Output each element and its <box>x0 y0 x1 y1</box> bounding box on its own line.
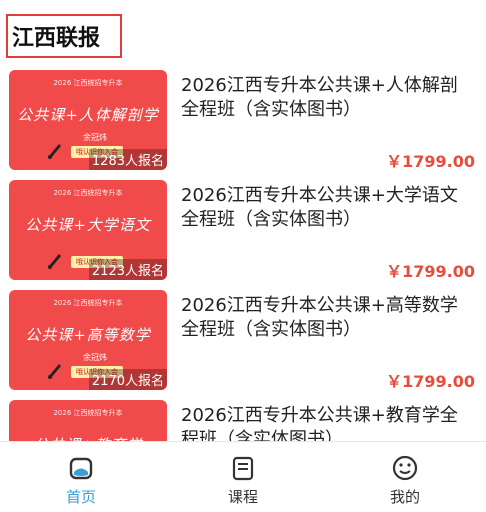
course-thumbnail[interactable]: 2026 江西统招专升本 公共课+大学语文 哦认识你入会 2123人报名 <box>9 180 167 280</box>
course-item[interactable]: 2026 江西统招专升本 公共课+人体解剖学 余冠炜 哦认识你入会 1283人报… <box>0 70 486 180</box>
course-price: ￥1799.00 <box>386 152 475 171</box>
home-icon <box>69 457 93 480</box>
smile-icon <box>392 455 418 481</box>
course-title[interactable]: 2026江西专升本公共课+大学语文全程班（含实体图书） <box>181 184 471 232</box>
pencil-icon <box>48 364 61 379</box>
thumb-main-text: 公共课+人体解剖学 <box>17 106 159 124</box>
course-title[interactable]: 2026江西专升本公共课+人体解剖全程班（含实体图书） <box>181 74 471 122</box>
tab-home[interactable]: 首页 <box>0 442 162 512</box>
enrolled-count: 2123人报名 <box>88 259 167 280</box>
course-item[interactable]: 2026 江西统招专升本 公共课+教育学 2026江西专升本公共课+教育学全程班… <box>0 400 486 442</box>
thumb-main-text: 公共课+高等数学 <box>25 326 151 344</box>
course-list[interactable]: 2026 江西统招专升本 公共课+人体解剖学 余冠炜 哦认识你入会 1283人报… <box>0 70 486 442</box>
course-price: ￥1799.00 <box>386 372 475 391</box>
course-title[interactable]: 2026江西专升本公共课+教育学全程班（含实体图书） <box>181 404 471 442</box>
section-title-text: 江西联报 <box>12 26 101 51</box>
bottom-tab-bar: 首页 课程 我的 <box>0 441 486 512</box>
page: 江西联报 2026 江西统招专升本 公共课+人体解剖学 余冠炜 哦认识你入会 1… <box>0 0 486 512</box>
course-thumbnail[interactable]: 2026 江西统招专升本 公共课+教育学 <box>9 400 167 442</box>
course-thumbnail[interactable]: 2026 江西统招专升本 公共课+人体解剖学 余冠炜 哦认识你入会 1283人报… <box>9 70 167 170</box>
thumb-main-text: 公共课+大学语文 <box>25 216 151 234</box>
tab-mine-label: 我的 <box>389 488 420 506</box>
pencil-icon <box>48 254 61 269</box>
thumb-teacher-text: 余冠炜 <box>83 133 107 142</box>
enrolled-count: 2170人报名 <box>88 369 167 390</box>
course-price: ￥1799.00 <box>386 262 475 281</box>
thumb-top-text: 2026 江西统招专升本 <box>53 189 123 197</box>
tab-home-label: 首页 <box>65 488 96 506</box>
pencil-icon <box>48 144 61 159</box>
thumb-top-text: 2026 江西统招专升本 <box>53 409 123 417</box>
section-title: 江西联报 <box>6 14 122 58</box>
course-item[interactable]: 2026 江西统招专升本 公共课+大学语文 哦认识你入会 2123人报名 202… <box>0 180 486 290</box>
tab-courses[interactable]: 课程 <box>162 442 324 512</box>
book-icon <box>232 456 254 481</box>
course-item[interactable]: 2026 江西统招专升本 公共课+高等数学 余冠炜 哦认识你入会 2170人报名… <box>0 290 486 400</box>
course-thumbnail[interactable]: 2026 江西统招专升本 公共课+高等数学 余冠炜 哦认识你入会 2170人报名 <box>9 290 167 390</box>
enrolled-count: 1283人报名 <box>88 149 167 170</box>
thumb-top-text: 2026 江西统招专升本 <box>53 299 123 307</box>
tab-courses-label: 课程 <box>227 488 258 506</box>
tab-mine[interactable]: 我的 <box>324 442 486 512</box>
thumb-top-text: 2026 江西统招专升本 <box>53 79 123 87</box>
thumb-teacher-text: 余冠炜 <box>83 353 107 362</box>
course-title[interactable]: 2026江西专升本公共课+高等数学全程班（含实体图书） <box>181 294 471 342</box>
